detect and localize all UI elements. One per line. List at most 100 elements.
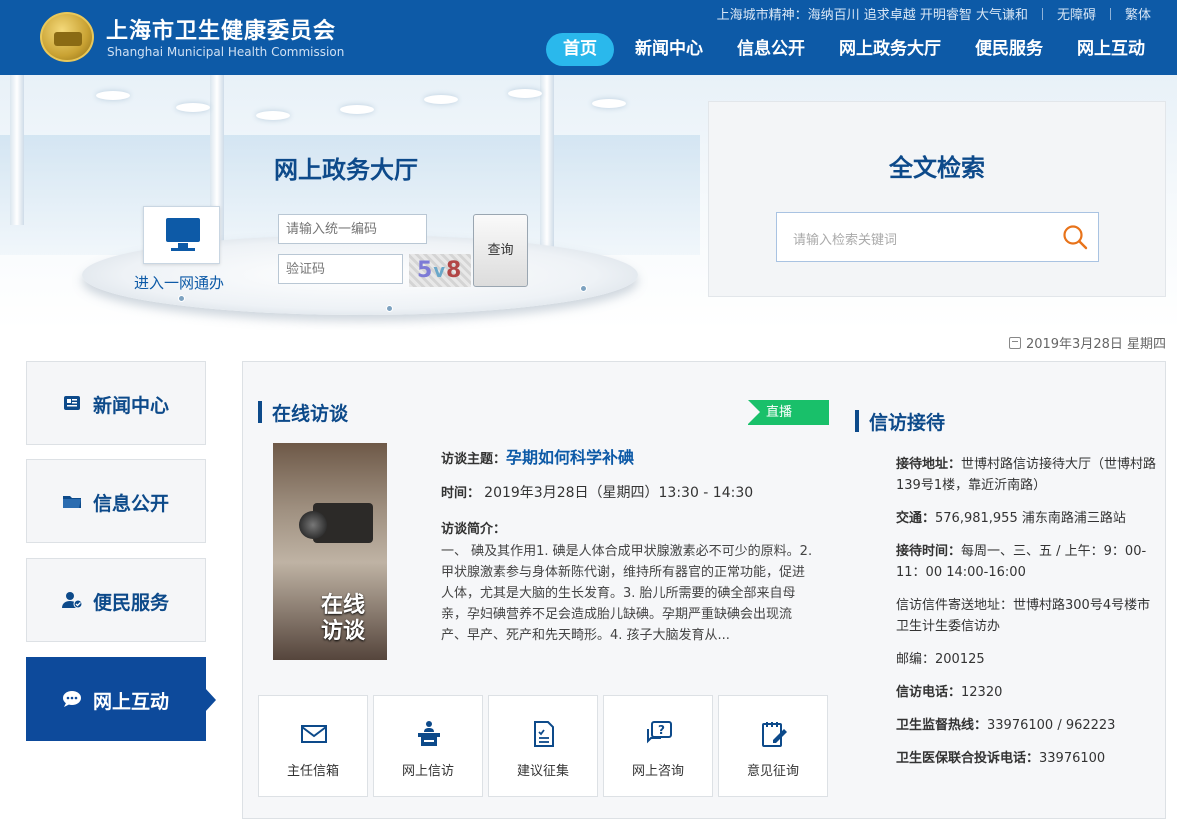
site-title[interactable]: 上海市卫生健康委员会 <box>106 13 336 45</box>
yiwang-button[interactable] <box>143 206 220 264</box>
petition-item: 邮编：200125 <box>896 649 1158 670</box>
edit-note-icon <box>762 722 787 747</box>
traditional-chinese-link[interactable]: 繁体 <box>1125 4 1151 23</box>
news-icon <box>64 396 80 410</box>
podium-icon <box>418 721 440 746</box>
online-petition-button[interactable]: 网上信访 <box>373 695 483 797</box>
interview-brief: 一、 碘及其作用1. 碘是人体合成甲状腺激素必不可少的原料。2. 甲状腺激素参与… <box>441 544 813 643</box>
interview-time: 2019年3月28日（星期四）13:30 - 14:30 <box>484 485 754 501</box>
sidebar-item-label: 便民服务 <box>93 592 170 614</box>
fulltext-search-panel: 全文检索 请输入检索关键词 <box>708 101 1166 297</box>
sidebar-item-info[interactable]: 信息公开 <box>26 459 206 543</box>
sidebar-item-label: 新闻中心 <box>93 395 170 417</box>
interaction-panel: 在线访谈 直播 在线 访谈 访谈主题：孕期如何科学补碘 时间： 2019年3月28… <box>242 361 1166 819</box>
nav-online-hall[interactable]: 网上政务大厅 <box>822 33 958 66</box>
captcha-char: 5 <box>417 258 434 283</box>
petition-item: 信访信件寄送地址：世博村路300号4号楼市卫生计生委信访办 <box>896 595 1158 637</box>
folder-icon <box>63 496 81 508</box>
interview-image-text: 在线 访谈 <box>321 593 365 645</box>
nav-info-disclosure[interactable]: 信息公开 <box>720 33 822 66</box>
user-check-icon <box>62 592 83 609</box>
camera-lens <box>299 511 327 539</box>
logo-emblem-icon <box>54 32 82 46</box>
platform-dot <box>580 285 587 292</box>
petition-item: 接待时间：每周一、三、五 / 上午：9：00-11：00 14:00-16:00 <box>896 541 1158 583</box>
mail-icon <box>301 725 327 743</box>
divider <box>1041 8 1043 20</box>
captcha-input[interactable] <box>278 254 403 284</box>
petition-item-value: 12320 <box>961 685 1003 700</box>
action-label: 建议征集 <box>516 764 569 779</box>
time-label: 时间： <box>441 486 481 501</box>
search-placeholder: 请输入检索关键词 <box>793 233 898 248</box>
interview-topic-link[interactable]: 孕期如何科学补碘 <box>506 448 634 467</box>
nav-home[interactable]: 首页 <box>546 33 614 66</box>
petition-item-value: 信访信件寄送地址：世博村路300号4号楼市卫生计生委信访办 <box>896 598 1151 634</box>
petition-item: 信访电话：12320 <box>896 682 1158 703</box>
brief-label: 访谈简介： <box>441 522 507 537</box>
calendar-icon <box>1008 337 1021 349</box>
topic-label: 访谈主题： <box>441 452 507 467</box>
petition-item-label: 交通： <box>896 511 936 526</box>
action-label: 主任信箱 <box>286 764 339 779</box>
header: 上海市卫生健康委员会 Shanghai Municipal Health Com… <box>0 0 1177 75</box>
image-text-line: 在线 <box>321 593 366 618</box>
ceiling-light <box>340 105 374 114</box>
petition-item-value: 576,981,955 浦东南路浦三路站 <box>935 511 1126 526</box>
nav-public-service[interactable]: 便民服务 <box>958 33 1060 66</box>
petition-item-label: 接待时间： <box>896 544 962 559</box>
ceiling-light <box>256 111 290 120</box>
platform-dot <box>178 295 185 302</box>
yiwang-label[interactable]: 进入一网通办 <box>134 272 224 293</box>
query-button[interactable]: 查询 <box>473 214 528 287</box>
online-consultation-button[interactable]: ? 网上咨询 <box>603 695 713 797</box>
ceiling-light <box>96 91 130 100</box>
petition-item-value: 33976100 <box>1039 751 1106 766</box>
search-title: 全文检索 <box>889 154 985 182</box>
document-icon <box>534 721 554 747</box>
monitor-icon <box>166 218 200 242</box>
director-mailbox-button[interactable]: 主任信箱 <box>258 695 368 797</box>
interview-info: 访谈主题：孕期如何科学补碘 时间： 2019年3月28日（星期四）13:30 -… <box>441 444 813 646</box>
topic-row: 访谈主题：孕期如何科学补碘 <box>441 444 813 468</box>
petition-reception-title[interactable]: 信访接待 <box>855 408 945 435</box>
petition-item: 接待地址：世博村路信访接待大厅（世博村路139号1楼，靠近沂南路） <box>896 454 1158 496</box>
search-input[interactable]: 请输入检索关键词 <box>776 212 1099 262</box>
online-interview-title[interactable]: 在线访谈 <box>258 399 348 426</box>
captcha-char: v <box>433 261 447 282</box>
online-hall-title: 网上政务大厅 <box>274 156 418 184</box>
main-nav: 首页 新闻中心 信息公开 网上政务大厅 便民服务 网上互动 <box>546 33 1162 66</box>
captcha-image[interactable]: 5v8 <box>409 254 471 287</box>
site-logo[interactable] <box>40 12 94 62</box>
sidebar-item-service[interactable]: 便民服务 <box>26 558 206 642</box>
top-links: 上海城市精神：海纳百川 追求卓越 开明睿智 大气谦和 无障碍 繁体 <box>717 4 1151 23</box>
petition-info-list: 接待地址：世博村路信访接待大厅（世博村路139号1楼，靠近沂南路） 交通：576… <box>896 454 1158 781</box>
action-label: 网上信访 <box>401 764 454 779</box>
ceiling-light <box>592 99 626 108</box>
petition-item-value: 邮编：200125 <box>896 652 985 667</box>
sidebar-item-news[interactable]: 新闻中心 <box>26 361 206 445</box>
divider <box>1109 8 1111 20</box>
ceiling-light <box>176 103 210 112</box>
accessibility-link[interactable]: 无障碍 <box>1057 4 1096 23</box>
interview-image[interactable]: 在线 访谈 <box>273 443 387 660</box>
nav-online-interaction[interactable]: 网上互动 <box>1060 33 1162 66</box>
suggestion-collection-button[interactable]: 建议征集 <box>488 695 598 797</box>
unified-code-input[interactable] <box>278 214 427 244</box>
live-badge: 直播 <box>748 400 829 425</box>
search-icon[interactable] <box>1062 224 1088 250</box>
sidebar-item-interaction[interactable]: 网上互动 <box>26 657 216 741</box>
opinion-solicitation-button[interactable]: 意见征询 <box>718 695 828 797</box>
action-label: 意见征询 <box>746 764 799 779</box>
petition-item: 卫生监督热线：33976100 / 962223 <box>896 715 1158 736</box>
platform-dot <box>386 305 393 312</box>
ceiling-light <box>508 89 542 98</box>
nav-news[interactable]: 新闻中心 <box>618 33 720 66</box>
petition-item-value: 33976100 / 962223 <box>987 718 1116 733</box>
image-text-line: 访谈 <box>321 619 366 644</box>
site-subtitle: Shanghai Municipal Health Commission <box>107 45 345 59</box>
chat-icon <box>63 691 81 707</box>
petition-item: 卫生医保联合投诉电话：33976100 <box>896 748 1158 769</box>
svg-text:?: ? <box>658 723 665 737</box>
time-row: 时间： 2019年3月28日（星期四）13:30 - 14:30 <box>441 482 813 502</box>
